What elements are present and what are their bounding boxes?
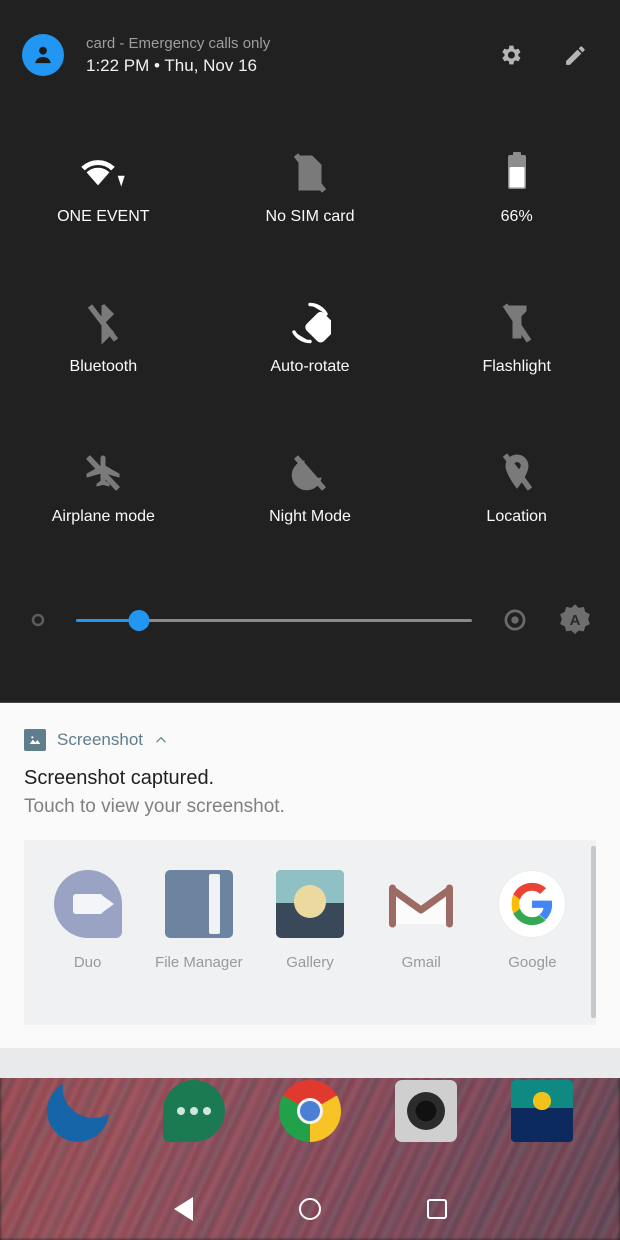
notification-title: Screenshot captured.: [24, 767, 215, 789]
camera-icon[interactable]: [395, 1080, 457, 1142]
shade-bottom-edge: [0, 1048, 620, 1078]
clock-date-text: 1:22 PM • Thu, Nov 16: [86, 55, 258, 75]
share-app-label: File Manager: [155, 954, 243, 971]
gmail-icon: [387, 870, 455, 938]
bluetooth-off-icon: [86, 294, 120, 352]
brightness-slider[interactable]: [76, 609, 472, 631]
brightness-low-icon: [31, 613, 45, 627]
notification-app-name: Screenshot: [57, 730, 143, 749]
wifi-icon: [80, 144, 126, 202]
header-actions: [496, 41, 598, 69]
back-icon[interactable]: [166, 1192, 200, 1226]
image-icon: [24, 729, 46, 751]
quick-settings-tiles: ONE EVENT No SIM card 66% Bluetooth Auto…: [0, 110, 620, 578]
share-app-gmail[interactable]: Gmail: [366, 870, 477, 971]
tile-label: ONE EVENT: [57, 208, 150, 225]
sim-off-icon: [293, 144, 327, 202]
quick-settings-panel: card - Emergency calls only 1:22 PM • Th…: [0, 0, 620, 703]
duo-icon: [53, 870, 122, 938]
pencil-icon[interactable]: [562, 41, 590, 69]
app-row-scrollbar[interactable]: [591, 846, 596, 1018]
night-mode-icon: [291, 444, 329, 502]
location-off-icon: [501, 444, 533, 502]
tile-airplane-mode[interactable]: Airplane mode: [0, 428, 207, 578]
tile-location[interactable]: Location: [413, 428, 620, 578]
share-app-label: Gmail: [401, 954, 441, 971]
chrome-icon[interactable]: [279, 1080, 341, 1142]
carrier-status-text: card - Emergency calls only: [86, 34, 271, 52]
tile-label: Flashlight: [482, 358, 551, 375]
phone-icon[interactable]: [41, 1074, 115, 1148]
quick-settings-header: card - Emergency calls only 1:22 PM • Th…: [0, 0, 620, 110]
share-app-label: Duo: [73, 954, 102, 971]
share-app-label: Gallery: [286, 954, 334, 971]
tile-label: Night Mode: [269, 508, 351, 525]
tile-wifi[interactable]: ONE EVENT: [0, 128, 207, 278]
auto-rotate-icon: [289, 294, 331, 352]
auto-brightness-icon[interactable]: A: [558, 603, 592, 637]
slider-thumb[interactable]: [128, 609, 150, 631]
tile-label: Airplane mode: [51, 508, 155, 525]
tile-label: Location: [486, 508, 547, 525]
gallery-icon: [276, 870, 344, 938]
home-dock: [0, 1074, 620, 1163]
auto-brightness-label: A: [569, 611, 581, 629]
tile-bluetooth[interactable]: Bluetooth: [0, 278, 207, 428]
person-avatar-icon[interactable]: [22, 34, 64, 76]
tile-night-mode[interactable]: Night Mode: [207, 428, 414, 578]
gear-icon[interactable]: [496, 41, 524, 69]
navigation-bar: [0, 1178, 620, 1240]
brightness-high-icon[interactable]: [502, 607, 528, 633]
home-icon[interactable]: [293, 1192, 327, 1226]
tile-row: ONE EVENT No SIM card 66%: [0, 128, 620, 278]
tile-flashlight[interactable]: Flashlight: [413, 278, 620, 428]
messages-icon[interactable]: [163, 1080, 225, 1142]
share-app-google[interactable]: Google: [477, 870, 588, 971]
header-text-block: card - Emergency calls only 1:22 PM • Th…: [86, 33, 496, 78]
tile-label: Bluetooth: [69, 358, 138, 375]
airplane-off-icon: [83, 444, 123, 502]
share-app-row: Duo File Manager Gallery Gmail Google: [24, 840, 596, 1025]
notification-header: Screenshot: [24, 729, 596, 751]
share-app-label: Google: [508, 954, 557, 971]
file-manager-icon: [164, 870, 233, 938]
recents-icon[interactable]: [420, 1192, 454, 1226]
tile-battery[interactable]: 66%: [413, 128, 620, 278]
chevron-up-icon[interactable]: [154, 733, 168, 747]
screenshot-notification[interactable]: Screenshot Screenshot captured. Touch to…: [0, 703, 620, 820]
tile-row: Airplane mode Night Mode Location: [0, 428, 620, 578]
tile-sim[interactable]: No SIM card: [207, 128, 414, 278]
tile-label: Auto-rotate: [270, 358, 350, 375]
flashlight-off-icon: [502, 294, 532, 352]
tile-label: 66%: [500, 208, 533, 225]
tile-label: No SIM card: [265, 208, 355, 225]
tile-row: Bluetooth Auto-rotate Flashlight: [0, 278, 620, 428]
tile-auto-rotate[interactable]: Auto-rotate: [207, 278, 414, 428]
share-app-file-manager[interactable]: File Manager: [143, 870, 254, 971]
google-icon: [498, 870, 567, 938]
share-app-gallery[interactable]: Gallery: [254, 870, 365, 971]
notification-body: Touch to view your screenshot.: [24, 796, 285, 817]
notification-shade: Screenshot Screenshot captured. Touch to…: [0, 703, 620, 1048]
brightness-row: A: [0, 578, 620, 662]
share-app-duo[interactable]: Duo: [32, 870, 143, 971]
battery-icon: [504, 144, 530, 202]
gallery-icon[interactable]: [511, 1080, 573, 1142]
